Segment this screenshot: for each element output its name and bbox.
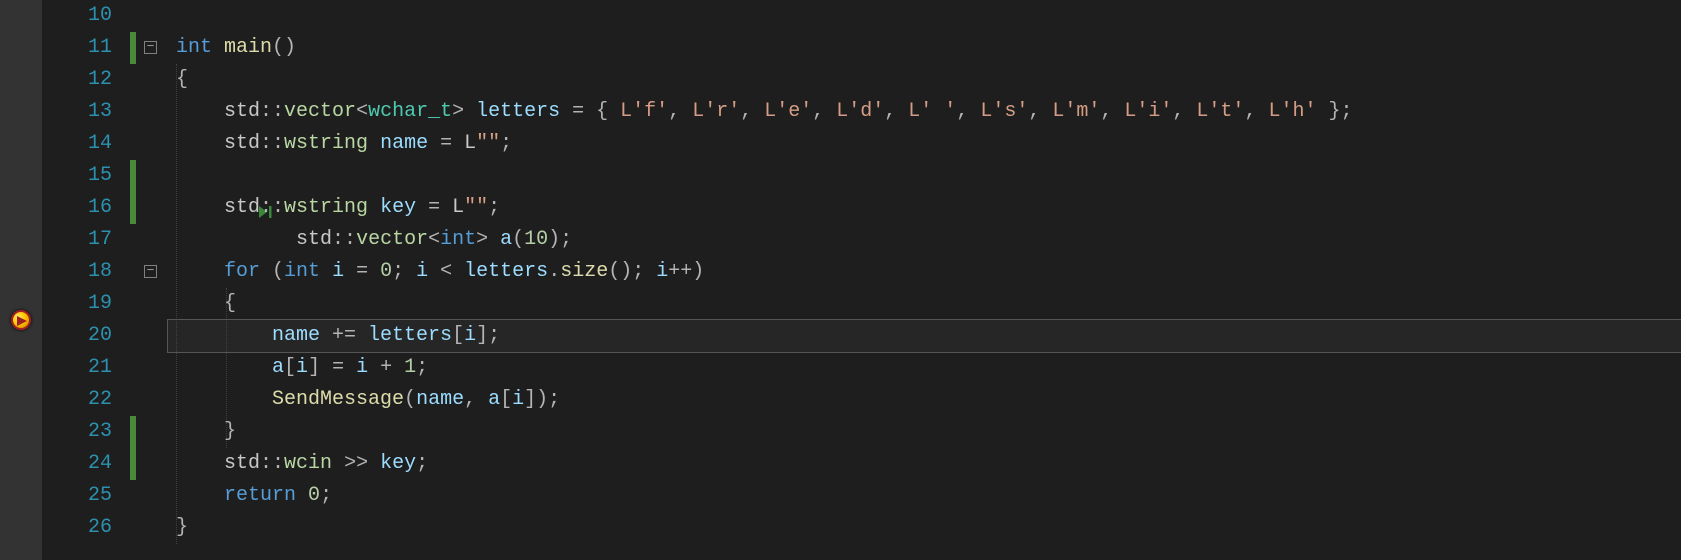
line-number: 22 bbox=[42, 384, 112, 416]
line-number: 17 bbox=[42, 224, 112, 256]
code-line[interactable] bbox=[168, 0, 1681, 32]
parentheses: () bbox=[272, 36, 296, 59]
code-line[interactable]: { bbox=[168, 64, 1681, 96]
code-line[interactable]: std::wcin >> key; bbox=[168, 448, 1681, 480]
code-line[interactable]: SendMessage(name, a[i]); bbox=[168, 384, 1681, 416]
type-wchar: wchar_t bbox=[368, 100, 452, 123]
line-number: 13 bbox=[42, 96, 112, 128]
var-letters: letters bbox=[464, 100, 572, 123]
brace-open: { bbox=[176, 68, 188, 91]
line-number: 18 bbox=[42, 256, 112, 288]
var-name: name bbox=[368, 132, 440, 155]
line-number: 15 bbox=[42, 160, 112, 192]
line-number: 25 bbox=[42, 480, 112, 512]
code-line[interactable] bbox=[168, 224, 1681, 256]
code-line[interactable]: std::wstring key = L""; bbox=[168, 192, 1681, 224]
method-size: size bbox=[560, 260, 608, 283]
code-line[interactable]: return 0; bbox=[168, 480, 1681, 512]
line-number: 26 bbox=[42, 512, 112, 544]
code-line[interactable]: { bbox=[168, 288, 1681, 320]
line-number-gutter[interactable]: 10 11 12 13 14 15 16 17 18 19 20 21 22 2… bbox=[42, 0, 130, 560]
line-number: 11 bbox=[42, 32, 112, 64]
change-mark bbox=[130, 160, 136, 224]
change-mark bbox=[130, 32, 136, 64]
code-line[interactable]: std::vector<int> a(10); bbox=[168, 160, 1681, 192]
change-indicator-gutter bbox=[130, 0, 140, 560]
fold-toggle-icon[interactable]: − bbox=[144, 41, 157, 54]
class-vector: vector bbox=[284, 100, 356, 123]
line-number: 16 bbox=[42, 192, 112, 224]
code-line[interactable]: } bbox=[168, 416, 1681, 448]
class-wstring: wstring bbox=[284, 132, 368, 155]
line-number: 21 bbox=[42, 352, 112, 384]
current-statement-marker-icon[interactable] bbox=[11, 310, 31, 330]
code-editor[interactable]: 10 11 12 13 14 15 16 17 18 19 20 21 22 2… bbox=[0, 0, 1681, 560]
keyword-return: return bbox=[224, 484, 296, 507]
var-key: key bbox=[368, 196, 428, 219]
line-number: 24 bbox=[42, 448, 112, 480]
current-execution-line[interactable]: name += letters[i]; bbox=[168, 320, 1681, 352]
line-number: 14 bbox=[42, 128, 112, 160]
namespace-std: std bbox=[224, 100, 260, 123]
code-line[interactable]: std::wstring name = L""; bbox=[168, 128, 1681, 160]
code-line[interactable]: a[i] = i + 1; bbox=[168, 352, 1681, 384]
line-number: 20 bbox=[42, 320, 112, 352]
keyword-int: int bbox=[176, 36, 212, 59]
line-number: 12 bbox=[42, 64, 112, 96]
fold-gutter[interactable]: − − bbox=[140, 0, 168, 560]
code-line[interactable]: int main() bbox=[168, 32, 1681, 64]
fold-toggle-icon[interactable]: − bbox=[144, 265, 157, 278]
var-i: i bbox=[320, 260, 356, 283]
code-line[interactable]: } bbox=[168, 512, 1681, 544]
change-mark bbox=[130, 416, 136, 480]
line-number: 10 bbox=[42, 0, 112, 32]
function-main: main bbox=[224, 36, 272, 59]
breakpoint-gutter[interactable] bbox=[0, 0, 42, 560]
brace-close: } bbox=[224, 420, 236, 443]
function-sendmessage: SendMessage bbox=[272, 388, 404, 411]
line-number: 19 bbox=[42, 288, 112, 320]
code-line[interactable]: for (int i = 0; i < letters.size(); i++) bbox=[168, 256, 1681, 288]
line-number: 23 bbox=[42, 416, 112, 448]
keyword-for: for bbox=[224, 260, 260, 283]
code-text-area[interactable]: int main() { std::vector<wchar_t> letter… bbox=[168, 0, 1681, 560]
code-line[interactable]: std::vector<wchar_t> letters = { L'f', L… bbox=[168, 96, 1681, 128]
object-wcin: wcin bbox=[284, 452, 332, 475]
